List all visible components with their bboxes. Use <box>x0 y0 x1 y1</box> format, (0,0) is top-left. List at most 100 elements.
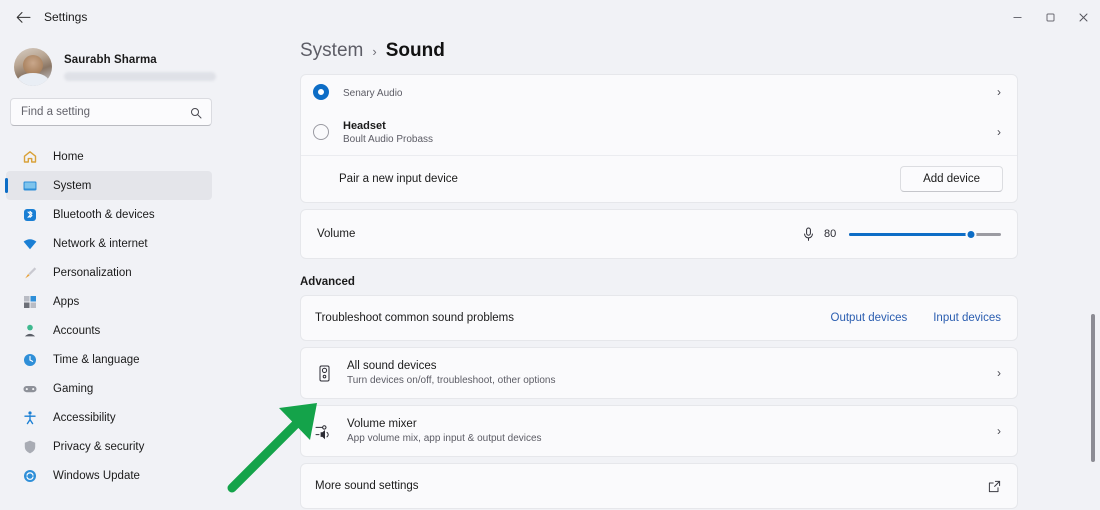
input-devices-link[interactable]: Input devices <box>933 312 1001 324</box>
back-arrow-icon <box>16 11 31 24</box>
search-section <box>0 90 228 126</box>
scrollbar-thumb[interactable] <box>1091 314 1095 462</box>
chevron-right-icon: › <box>997 366 1001 380</box>
slider-thumb[interactable] <box>965 229 976 240</box>
device-subtitle: Senary Audio <box>343 88 403 99</box>
maximize-icon <box>1045 12 1056 23</box>
gamepad-icon <box>21 380 39 398</box>
device-row-headset[interactable]: Headset Boult Audio Probass › <box>301 109 1017 155</box>
bluetooth-icon <box>21 206 39 224</box>
search-icon <box>190 106 202 124</box>
sidebar-item-label: Privacy & security <box>53 441 144 453</box>
sidebar: Saurabh Sharma <box>0 34 228 510</box>
add-device-button[interactable]: Add device <box>900 166 1003 192</box>
sidebar-item-accessibility[interactable]: Accessibility <box>6 403 212 432</box>
sidebar-item-gaming[interactable]: Gaming <box>6 374 212 403</box>
sidebar-item-label: Gaming <box>53 383 93 395</box>
sidebar-item-privacy-security[interactable]: Privacy & security <box>6 432 212 461</box>
search-box[interactable] <box>10 98 212 126</box>
sidebar-item-label: Windows Update <box>53 470 140 482</box>
clock-globe-icon <box>21 351 39 369</box>
troubleshoot-actions: Output devices Input devices <box>831 312 1001 324</box>
account-section[interactable]: Saurabh Sharma <box>0 38 228 90</box>
pair-new-input-device-row: Pair a new input device Add device <box>301 156 1017 202</box>
device-row-senary-audio[interactable]: Senary Audio › <box>301 75 1017 109</box>
breadcrumb-separator: › <box>372 44 376 59</box>
slider-fill <box>849 233 971 236</box>
more-sound-settings-row[interactable]: More sound settings <box>301 464 1017 508</box>
home-icon <box>21 148 39 166</box>
all-sound-devices-text: All sound devices Turn devices on/off, t… <box>347 360 555 386</box>
avatar <box>14 48 52 86</box>
close-button[interactable] <box>1067 0 1100 34</box>
accessibility-person-icon <box>21 409 39 427</box>
sidebar-item-bluetooth-devices[interactable]: Bluetooth & devices <box>6 200 212 229</box>
troubleshoot-card: Troubleshoot common sound problems Outpu… <box>300 295 1018 341</box>
sidebar-item-label: Apps <box>53 296 79 308</box>
chevron-right-icon: › <box>997 85 1001 99</box>
volume-mixer-text: Volume mixer App volume mix, app input &… <box>347 418 542 444</box>
pair-label: Pair a new input device <box>339 173 458 185</box>
sidebar-item-windows-update[interactable]: Windows Update <box>6 461 212 490</box>
all-sound-devices-subtitle: Turn devices on/off, troubleshoot, other… <box>347 375 555 386</box>
more-sound-settings-label: More sound settings <box>315 480 419 492</box>
volume-mixer-subtitle: App volume mix, app input & output devic… <box>347 433 542 444</box>
account-email-redacted <box>64 72 216 81</box>
troubleshoot-row: Troubleshoot common sound problems Outpu… <box>301 296 1017 340</box>
account-text: Saurabh Sharma <box>64 54 216 81</box>
all-sound-devices-row[interactable]: All sound devices Turn devices on/off, t… <box>301 348 1017 398</box>
mixer-sliders-icon <box>313 423 335 440</box>
sidebar-item-label: Accounts <box>53 325 100 337</box>
search-input[interactable] <box>11 106 176 118</box>
sidebar-item-label: Home <box>53 151 84 163</box>
sidebar-item-label: Personalization <box>53 267 132 279</box>
person-icon <box>21 322 39 340</box>
sidebar-item-personalization[interactable]: Personalization <box>6 258 212 287</box>
microphone-icon[interactable] <box>802 227 815 242</box>
all-sound-devices-card[interactable]: All sound devices Turn devices on/off, t… <box>300 347 1018 399</box>
settings-window: Settings Saurabh Sharma <box>0 0 1100 510</box>
device-title: Headset <box>343 120 433 132</box>
volume-value: 80 <box>824 228 840 240</box>
sidebar-item-label: Time & language <box>53 354 140 366</box>
window-controls <box>1001 0 1100 34</box>
minimize-button[interactable] <box>1001 0 1034 34</box>
input-devices-card: Senary Audio › Headset Boult Audio Proba… <box>300 74 1018 203</box>
sidebar-item-label: Bluetooth & devices <box>53 209 155 221</box>
breadcrumb: System › Sound <box>228 34 1100 62</box>
radio-button[interactable] <box>313 84 329 100</box>
all-sound-devices-title: All sound devices <box>347 360 555 372</box>
sidebar-item-network-internet[interactable]: Network & internet <box>6 229 212 258</box>
shield-icon <box>21 438 39 456</box>
title-bar: Settings <box>0 0 1100 34</box>
advanced-heading: Advanced <box>300 276 1028 288</box>
output-devices-link[interactable]: Output devices <box>831 312 908 324</box>
wifi-icon <box>21 235 39 253</box>
volume-label: Volume <box>317 228 355 240</box>
sidebar-item-label: Network & internet <box>53 238 148 250</box>
sidebar-item-time-language[interactable]: Time & language <box>6 345 212 374</box>
minimize-icon <box>1012 12 1023 23</box>
volume-slider[interactable] <box>849 226 1001 242</box>
sidebar-item-system[interactable]: System <box>6 171 212 200</box>
volume-mixer-row[interactable]: Volume mixer App volume mix, app input &… <box>301 406 1017 456</box>
back-button[interactable] <box>8 3 38 31</box>
volume-row: Volume 80 <box>301 210 1017 258</box>
radio-button[interactable] <box>313 124 329 140</box>
close-icon <box>1078 12 1089 23</box>
maximize-button[interactable] <box>1034 0 1067 34</box>
paintbrush-icon <box>21 264 39 282</box>
system-monitor-icon <box>21 177 39 195</box>
sidebar-item-label: Accessibility <box>53 412 116 424</box>
sidebar-nav: Home System Bluetooth <box>0 142 228 490</box>
sidebar-item-label: System <box>53 180 91 192</box>
window-title: Settings <box>44 10 87 24</box>
breadcrumb-parent[interactable]: System <box>300 40 363 62</box>
sidebar-item-accounts[interactable]: Accounts <box>6 316 212 345</box>
more-sound-settings-card[interactable]: More sound settings <box>300 463 1018 509</box>
volume-mixer-card[interactable]: Volume mixer App volume mix, app input &… <box>300 405 1018 457</box>
sidebar-item-home[interactable]: Home <box>6 142 212 171</box>
troubleshoot-label: Troubleshoot common sound problems <box>315 312 514 324</box>
scrollbar[interactable] <box>1088 56 1098 506</box>
sidebar-item-apps[interactable]: Apps <box>6 287 212 316</box>
